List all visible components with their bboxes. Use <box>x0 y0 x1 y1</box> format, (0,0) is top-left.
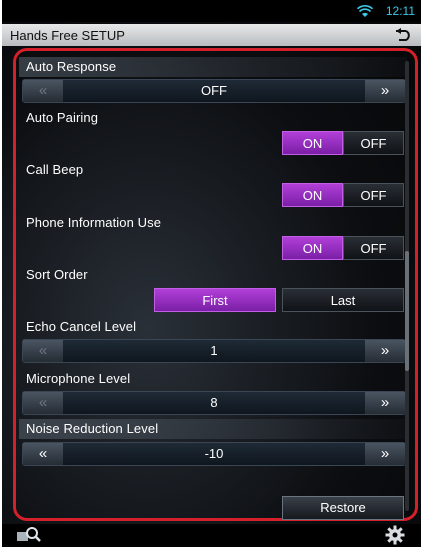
phone-info-toggle: ON OFF <box>282 236 404 260</box>
auto-response-prev-button[interactable]: « <box>23 80 63 102</box>
call-beep-on-button[interactable]: ON <box>282 183 343 207</box>
mic-level-next-button[interactable]: » <box>365 392 405 414</box>
sort-last-button[interactable]: Last <box>282 288 404 312</box>
wifi-icon <box>357 5 373 17</box>
auto-response-value: OFF <box>201 83 227 98</box>
auto-response-selector: « OFF » <box>22 79 406 103</box>
bottom-bar <box>2 524 421 547</box>
phone-info-off-button[interactable]: OFF <box>343 236 404 260</box>
page-title: Hands Free SETUP <box>10 28 125 43</box>
echo-cancel-prev-button[interactable]: « <box>23 340 63 362</box>
noise-reduction-selector: « -10 » <box>22 442 406 466</box>
noise-reduction-prev-button[interactable]: « <box>23 443 63 465</box>
auto-pairing-label: Auto Pairing <box>26 110 99 125</box>
search-icon[interactable] <box>16 526 42 544</box>
auto-pairing-on-button[interactable]: ON <box>282 131 343 155</box>
scrollbar-thumb[interactable] <box>405 251 409 371</box>
noise-reduction-value: -10 <box>204 446 224 461</box>
title-bar: Hands Free SETUP <box>2 24 421 46</box>
noise-reduction-next-button[interactable]: » <box>365 443 405 465</box>
status-bar: 12:11 <box>2 0 421 22</box>
hands-free-setup-screen: 12:11 Hands Free SETUP Auto Response « O… <box>2 0 421 547</box>
echo-cancel-next-button[interactable]: » <box>365 340 405 362</box>
call-beep-off-button[interactable]: OFF <box>343 183 404 207</box>
mic-level-value: 8 <box>210 395 218 410</box>
auto-pairing-off-button[interactable]: OFF <box>343 131 404 155</box>
call-beep-label: Call Beep <box>26 162 84 177</box>
echo-cancel-value: 1 <box>210 343 218 358</box>
noise-reduction-label: Noise Reduction Level <box>26 421 159 436</box>
gear-icon[interactable] <box>385 525 405 545</box>
auto-response-next-button[interactable]: » <box>365 80 405 102</box>
echo-cancel-label: Echo Cancel Level <box>26 319 137 334</box>
auto-pairing-toggle: ON OFF <box>282 131 404 155</box>
scrollbar[interactable] <box>405 61 409 511</box>
call-beep-toggle: ON OFF <box>282 183 404 207</box>
mic-level-prev-button[interactable]: « <box>23 392 63 414</box>
phone-info-label: Phone Information Use <box>26 215 162 230</box>
clock: 12:11 <box>385 4 415 18</box>
echo-cancel-selector: « 1 » <box>22 339 406 363</box>
phone-info-on-button[interactable]: ON <box>282 236 343 260</box>
restore-button[interactable]: Restore <box>282 496 404 520</box>
sort-first-button[interactable]: First <box>154 288 276 312</box>
mic-level-label: Microphone Level <box>26 371 131 386</box>
back-icon[interactable] <box>391 27 413 43</box>
mic-level-selector: « 8 » <box>22 391 406 415</box>
sort-order-label: Sort Order <box>26 267 88 282</box>
settings-panel: Auto Response « OFF » Auto Pairing ON OF… <box>13 48 418 521</box>
auto-response-label: Auto Response <box>26 59 117 74</box>
